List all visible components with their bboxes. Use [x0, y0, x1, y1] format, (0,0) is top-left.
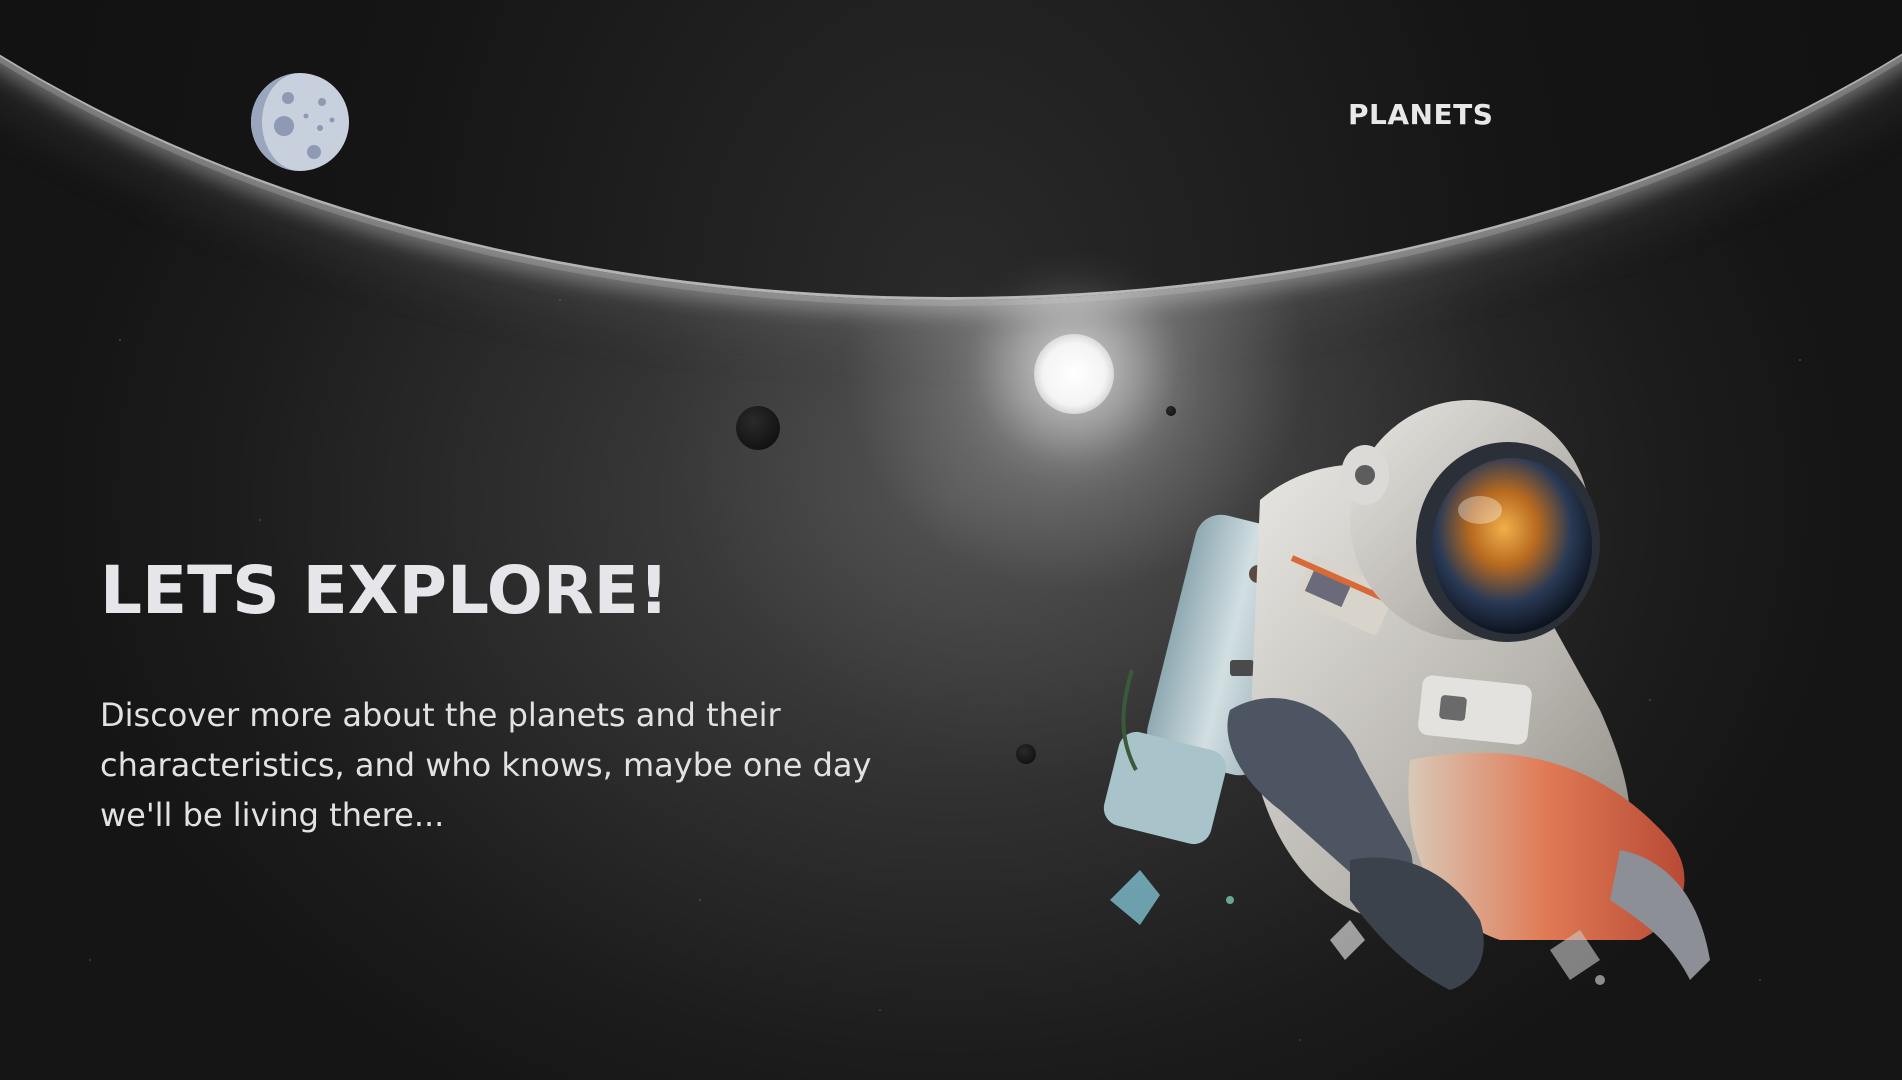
hero-title: LETS EXPLORE! [100, 552, 669, 629]
small-planet [1016, 744, 1036, 764]
hero-scene: PLANETS LETS EXPLORE! Discover more abou… [0, 0, 1902, 1080]
moon-icon [251, 73, 349, 171]
hero-description: Discover more about the planets and thei… [100, 696, 872, 834]
small-planet [736, 406, 780, 450]
home-logo-link[interactable] [250, 72, 350, 172]
astronaut-illustration [1103, 400, 1710, 990]
nav-link-planets[interactable]: PLANETS [1348, 98, 1493, 131]
